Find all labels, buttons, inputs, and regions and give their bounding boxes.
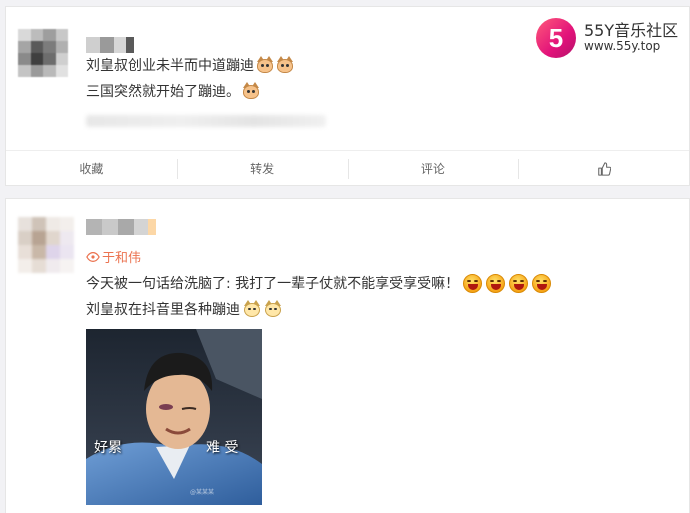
image-watermark: @某某某	[190, 489, 215, 496]
username[interactable]	[86, 219, 156, 235]
repost-label: 转发	[250, 162, 275, 176]
post-text: 今天被一句话给洗脑了: 我打了一辈子仗就不能享受享受嘛！	[86, 276, 460, 292]
post-text: 刘皇叔在抖音里各种蹦迪	[86, 302, 240, 318]
meme-caption-left: 好累	[94, 440, 122, 456]
post-text-line-2: 三国突然就开始了蹦迪。	[86, 81, 260, 101]
eye-tag-icon	[86, 251, 100, 262]
comment-label: 评论	[420, 162, 445, 176]
cat-emoji-icon	[276, 56, 294, 74]
post-source-info	[86, 115, 326, 127]
favorite-label: 收藏	[79, 162, 104, 176]
post-text-line-1: 今天被一句话给洗脑了: 我打了一辈子仗就不能享受享受嘛！	[86, 273, 552, 293]
thumbs-up-icon	[597, 161, 611, 176]
repost-button[interactable]: 转发	[176, 151, 348, 186]
meme-caption-right: 难 受	[206, 440, 239, 456]
feed-card-2: 于和伟 今天被一句话给洗脑了: 我打了一辈子仗就不能享受享受嘛！ 刘皇叔在抖音里…	[5, 198, 690, 513]
logo-text: 55Y音乐社区 www.55y.top	[584, 20, 679, 54]
meme-illustration	[86, 329, 262, 505]
action-bar: 收藏 转发 评论	[6, 150, 689, 186]
logo-badge-icon: 5	[536, 18, 576, 58]
doge-emoji-icon	[243, 300, 261, 318]
username[interactable]	[86, 37, 134, 53]
logo-url: www.55y.top	[584, 39, 661, 54]
mention-name: 于和伟	[102, 251, 142, 266]
avatar[interactable]	[18, 29, 68, 77]
laugh-emoji-icon	[463, 273, 483, 293]
cat-emoji-icon	[242, 82, 260, 100]
like-button[interactable]	[518, 151, 689, 186]
post-text-line-2: 刘皇叔在抖音里各种蹦迪	[86, 299, 282, 319]
laugh-emoji-icon	[532, 273, 552, 293]
mention-link[interactable]: 于和伟	[86, 247, 141, 266]
laugh-emoji-icon	[509, 273, 529, 293]
post-text: 三国突然就开始了蹦迪。	[86, 84, 240, 100]
doge-emoji-icon	[264, 300, 282, 318]
cat-emoji-icon	[256, 56, 274, 74]
favorite-button[interactable]: 收藏	[6, 151, 177, 186]
post-text-line-1: 刘皇叔创业未半而中道蹦迪	[86, 55, 294, 75]
laugh-emoji-icon	[486, 273, 506, 293]
logo-glyph: 5	[548, 22, 564, 53]
site-logo: 5 55Y音乐社区 www.55y.top	[536, 18, 678, 58]
comment-button[interactable]: 评论	[347, 151, 519, 186]
avatar[interactable]	[18, 217, 74, 273]
post-text: 刘皇叔创业未半而中道蹦迪	[86, 58, 254, 74]
logo-title: 55Y音乐社区	[584, 20, 679, 40]
meme-image[interactable]: 好累 难 受 @某某某	[86, 329, 262, 505]
